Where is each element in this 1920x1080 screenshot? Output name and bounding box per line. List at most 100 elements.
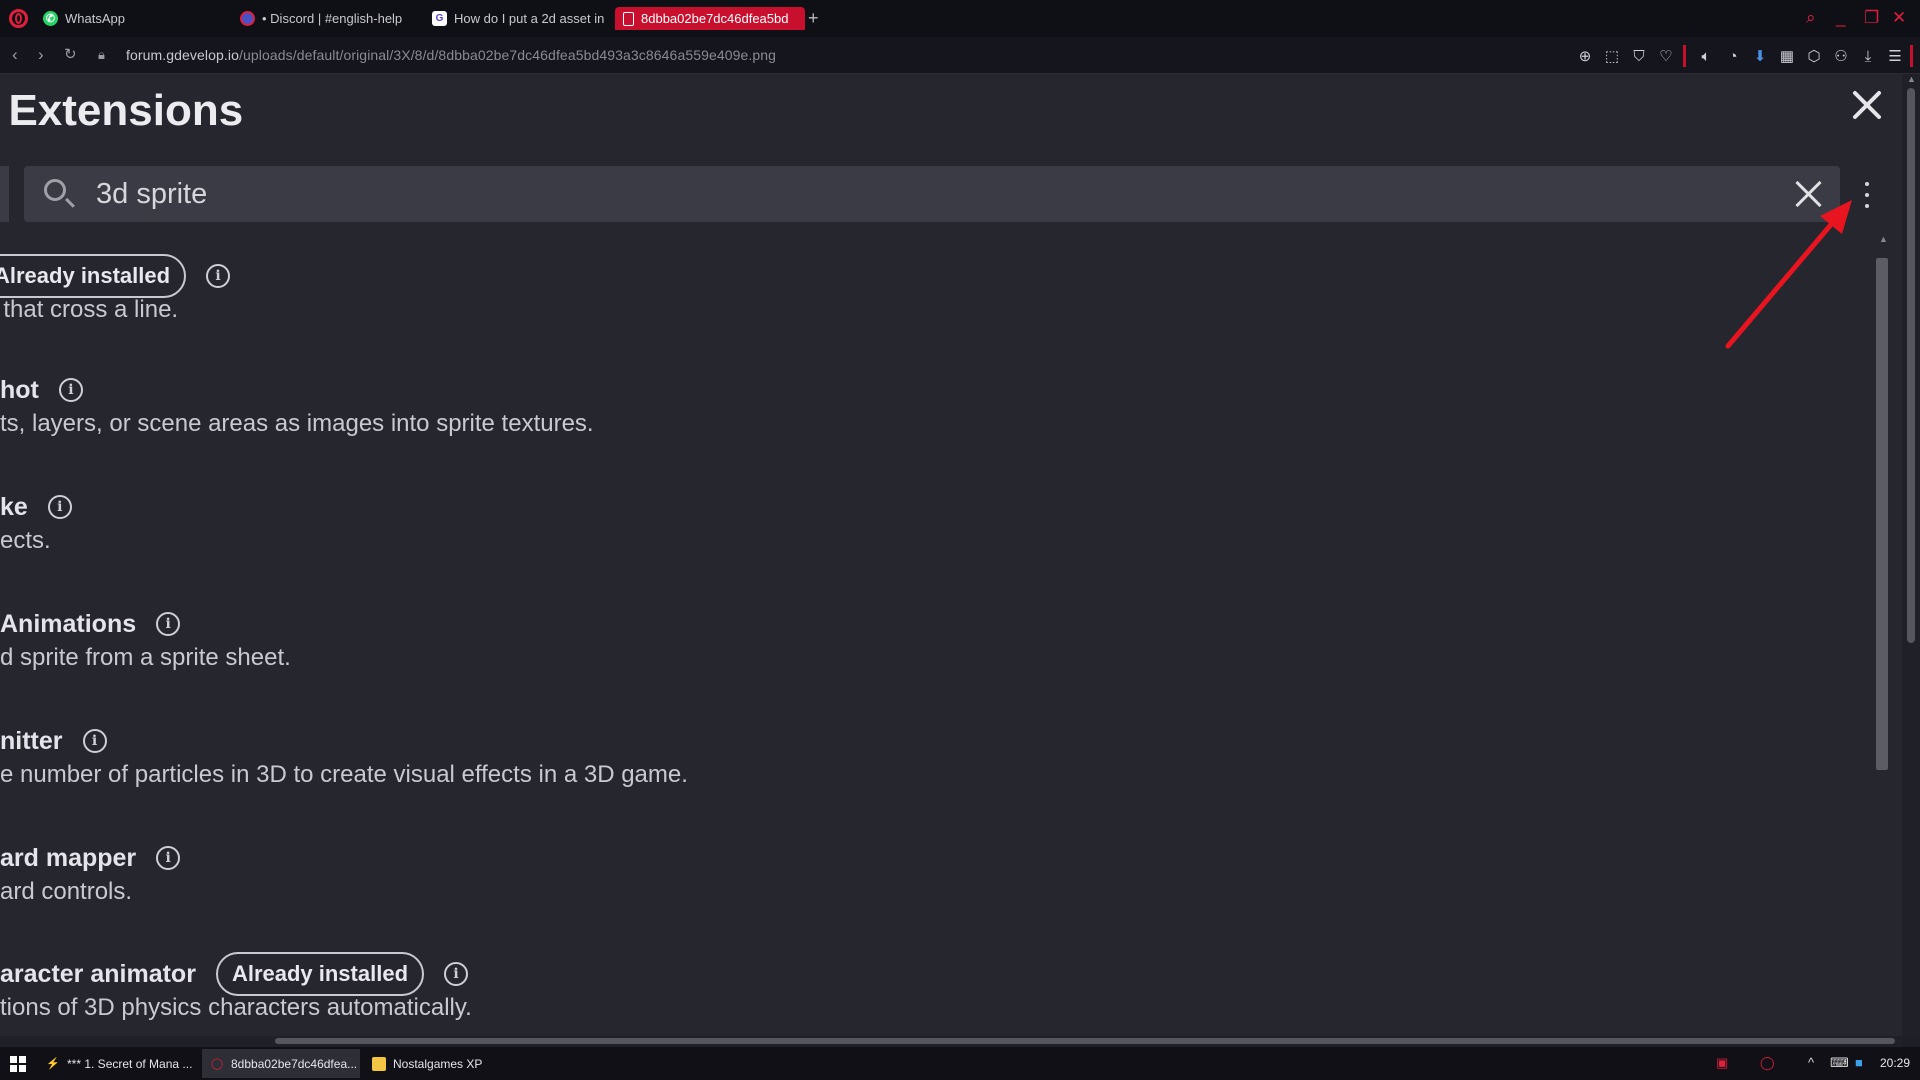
search-input[interactable]	[96, 174, 1696, 214]
shield-icon[interactable]: ⛉	[1629, 46, 1649, 66]
dialog-title: w Extensions	[0, 86, 244, 135]
tab-label: 8dbba02be7dc46dfea5bd	[641, 11, 789, 26]
tab-label: WhatsApp	[65, 11, 125, 26]
search-box[interactable]	[24, 166, 1840, 222]
easy-setup-icon[interactable]: ☰	[1885, 46, 1905, 66]
url-field[interactable]: forum.gdevelop.io/uploads/default/origin…	[126, 47, 776, 63]
reload-icon[interactable]: ↻	[64, 45, 77, 65]
dialog-scroll-thumb[interactable]	[1876, 258, 1888, 770]
extension-description: ts that cross a line.	[0, 296, 179, 323]
extension-item[interactable]: ard mapper i ard controls.	[0, 836, 181, 906]
more-options-icon[interactable]	[1860, 182, 1874, 208]
back-icon[interactable]: ‹	[12, 45, 18, 65]
tab-image-active[interactable]: 8dbba02be7dc46dfea5bd	[615, 7, 805, 30]
extension-description: e number of particles in 3D to create vi…	[0, 761, 688, 788]
already-installed-badge: Already installed	[215, 952, 425, 996]
windows-start-icon[interactable]	[10, 1056, 26, 1072]
page-horizontal-thumb[interactable]	[275, 1038, 1895, 1044]
minimize-icon[interactable]: _	[1836, 8, 1845, 28]
puzzle-icon[interactable]: ⬡	[1804, 46, 1824, 66]
snapshot-icon[interactable]: ⬚	[1602, 46, 1622, 66]
info-icon[interactable]: i	[444, 962, 469, 986]
extension-description: ts, layers, or scene areas as images int…	[0, 410, 594, 437]
extension-item[interactable]: aracter animator Already installed i tio…	[0, 952, 472, 1022]
speaker-icon[interactable]: 🔈︎	[1696, 46, 1716, 66]
heart-icon[interactable]: ♡	[1656, 46, 1676, 66]
opera-menu-icon[interactable]	[9, 9, 28, 28]
taskbar-task[interactable]: ⚡ *** 1. Secret of Mana ...	[38, 1049, 198, 1078]
tab-label: • Discord | #english-help	[262, 11, 403, 26]
whatsapp-icon: ✆	[43, 11, 58, 26]
page-vertical-thumb[interactable]	[1907, 88, 1915, 643]
page-scroll-up-icon[interactable]: ▲	[1907, 74, 1916, 84]
toolbar-edge	[1910, 45, 1913, 67]
info-icon[interactable]: i	[82, 729, 107, 753]
toolbar-separator	[1683, 45, 1686, 67]
image-viewer: w Extensions Already installed i ts that…	[0, 74, 1902, 1039]
scroll-up-arrow-icon[interactable]: ▲	[1879, 234, 1888, 244]
extension-description: ects.	[0, 527, 51, 554]
info-icon[interactable]: i	[206, 264, 231, 288]
search-left-edge	[0, 166, 9, 222]
url-path: /uploads/default/original/3X/8/d/8dbba02…	[239, 47, 777, 63]
page-horizontal-scrollbar[interactable]	[0, 1036, 1902, 1047]
extension-description: ard controls.	[0, 878, 133, 905]
dialog-scrollbar[interactable]: ▲	[1876, 234, 1888, 844]
tab-whatsapp[interactable]: ✆ WhatsApp	[35, 7, 235, 30]
search-tabs-icon[interactable]: ⌕	[1806, 8, 1816, 28]
opera-tray-icon[interactable]: ◯	[1760, 1055, 1775, 1071]
red-arrow-annotation	[1725, 200, 1852, 349]
info-icon[interactable]: i	[156, 612, 181, 636]
game-icon: ⚡	[46, 1058, 60, 1070]
extension-item[interactable]: nitter i e number of particles in 3D to …	[0, 719, 688, 789]
extension-name: nitter	[0, 726, 63, 755]
search-icon	[44, 179, 66, 201]
download-arrow-icon[interactable]: ⬇	[1750, 46, 1770, 66]
task-label: Nostalgames XP	[393, 1056, 483, 1071]
taskbar-task[interactable]: Nostalgames XP	[364, 1049, 514, 1078]
extension-description: tions of 3D physics characters automatic…	[0, 994, 472, 1021]
zoom-icon[interactable]: ⊕	[1575, 46, 1595, 66]
extension-item[interactable]: Already installed i ts that cross a line…	[0, 254, 231, 324]
tab-gdevelop-forum[interactable]: G How do I put a 2d asset in	[424, 7, 604, 30]
info-icon[interactable]: i	[156, 846, 181, 870]
extension-image-icon[interactable]: ▦	[1777, 46, 1797, 66]
taskbar: ⚡ *** 1. Secret of Mana ... ◯ 8dbba02be7…	[0, 1047, 1920, 1080]
network-icon[interactable]: ⌨	[1830, 1055, 1849, 1071]
lock-icon: 🔒︎	[98, 47, 105, 62]
extension-item[interactable]: ke i ects.	[0, 485, 72, 555]
info-icon[interactable]: i	[58, 378, 83, 402]
folder-icon	[372, 1056, 386, 1071]
app-tray-icon[interactable]: ■	[1855, 1055, 1863, 1070]
close-window-icon[interactable]: ✕	[1892, 8, 1906, 28]
already-installed-badge: Already installed	[0, 254, 187, 298]
extension-name: ke	[0, 492, 28, 521]
rss-icon[interactable]: ◔	[1723, 46, 1743, 66]
page-vertical-scrollbar[interactable]: ▲	[1902, 74, 1920, 1039]
forward-icon[interactable]: ›	[38, 45, 44, 65]
gdevelop-icon: G	[432, 11, 447, 26]
restore-icon[interactable]: ❐	[1864, 8, 1879, 28]
opera-icon: ◯	[210, 1058, 224, 1070]
tab-discord[interactable]: • Discord | #english-help	[232, 7, 412, 30]
tab-label: How do I put a 2d asset in	[454, 11, 604, 26]
downloads-icon[interactable]: ⤓	[1858, 46, 1878, 66]
show-hidden-icons-icon[interactable]: ^	[1808, 1055, 1814, 1070]
discord-icon	[240, 11, 255, 26]
antivirus-tray-icon[interactable]: ▣	[1716, 1055, 1728, 1071]
tab-bar: ✆ WhatsApp • Discord | #english-help G H…	[0, 0, 1920, 37]
extension-description: d sprite from a sprite sheet.	[0, 644, 291, 671]
extension-name: Animations	[0, 609, 137, 638]
task-label: 8dbba02be7dc46dfea...	[231, 1056, 358, 1071]
extension-item[interactable]: Animations i d sprite from a sprite shee…	[0, 602, 291, 672]
extension-item[interactable]: hot i ts, layers, or scene areas as imag…	[0, 368, 594, 438]
new-tab-button[interactable]: +	[808, 8, 819, 28]
url-host: forum.gdevelop.io	[126, 47, 239, 63]
extension-name: ard mapper	[0, 843, 137, 872]
account-icon[interactable]: ⚇	[1831, 46, 1851, 66]
close-dialog-icon[interactable]	[1850, 88, 1884, 122]
info-icon[interactable]: i	[47, 495, 72, 519]
taskbar-clock[interactable]: 20:29	[1880, 1056, 1910, 1070]
taskbar-task-active[interactable]: ◯ 8dbba02be7dc46dfea...	[202, 1049, 360, 1078]
extension-name: hot	[0, 375, 39, 404]
